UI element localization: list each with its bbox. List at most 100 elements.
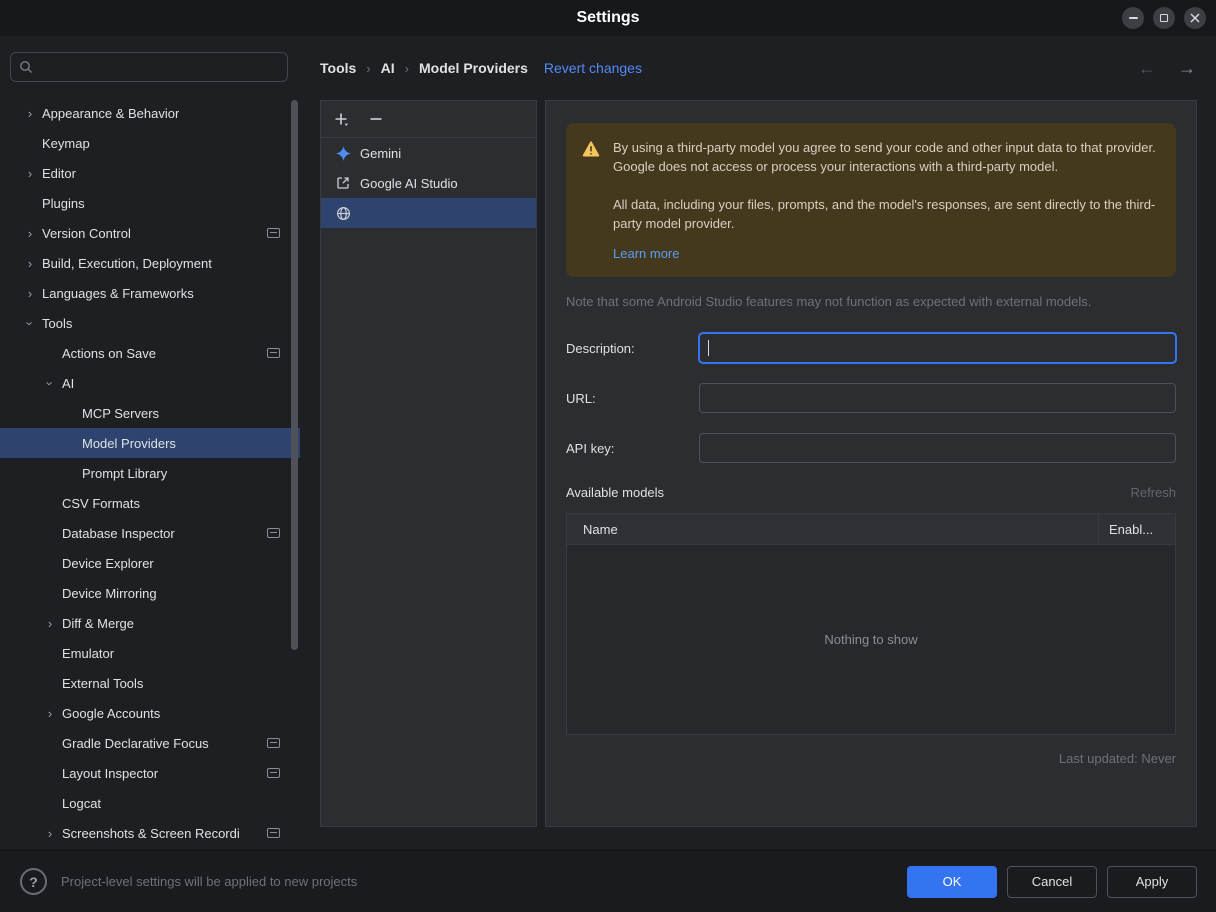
sidebar-item-device-explorer[interactable]: Device Explorer [0,548,300,578]
question-icon: ? [29,874,38,890]
chevron-right-icon[interactable]: › [38,826,62,841]
sidebar-item-label: Google Accounts [62,706,160,721]
minimize-icon [1129,17,1138,19]
available-models-label: Available models [566,485,664,500]
back-arrow-icon[interactable]: ← [1138,58,1156,79]
sidebar-item-label: Model Providers [82,436,176,451]
settings-tree: ›Appearance & BehaviorKeymap›EditorPlugi… [0,98,300,848]
chevron-right-icon[interactable]: › [38,706,62,721]
learn-more-link[interactable]: Learn more [613,246,679,261]
breadcrumb-ai[interactable]: AI [381,60,395,76]
close-icon [1190,13,1200,23]
help-button[interactable]: ? [20,868,47,895]
forward-arrow-icon[interactable]: → [1178,58,1196,79]
chevron-right-icon[interactable]: › [18,286,42,301]
sidebar-item-mcp-servers[interactable]: MCP Servers [0,398,300,428]
sidebar-item-actions-on-save[interactable]: Actions on Save [0,338,300,368]
provider-item-label: Google AI Studio [360,176,458,191]
api-key-label: API key: [566,441,699,456]
provider-item-google-ai-studio[interactable]: Google AI Studio [321,168,536,198]
search-icon [19,60,33,74]
breadcrumb-model-providers[interactable]: Model Providers [419,60,528,76]
close-button[interactable] [1184,7,1206,29]
api-key-input[interactable] [699,433,1176,463]
sidebar-item-logcat[interactable]: Logcat [0,788,300,818]
column-header-enabled[interactable]: Enabl... [1099,514,1175,544]
sidebar-scrollbar[interactable] [291,100,298,650]
sidebar-item-google-accounts[interactable]: ›Google Accounts [0,698,300,728]
sidebar-item-appearance-behavior[interactable]: ›Appearance & Behavior [0,98,300,128]
sidebar-item-prompt-library[interactable]: Prompt Library [0,458,300,488]
titlebar: Settings [0,0,1216,36]
provider-item-gemini[interactable]: Gemini [321,138,536,168]
chevron-right-icon[interactable]: › [18,226,42,241]
provider-list: Gemini Google AI Studio [321,138,536,228]
sidebar-item-layout-inspector[interactable]: Layout Inspector [0,758,300,788]
chevron-right-icon[interactable]: › [18,166,42,181]
chevron-right-icon[interactable]: › [38,616,62,631]
breadcrumb: Tools › AI › Model Providers Revert chan… [300,36,1216,100]
sidebar-item-tools[interactable]: ›Tools [0,308,300,338]
apply-button[interactable]: Apply [1107,866,1197,898]
sidebar-item-label: Actions on Save [62,346,156,361]
sidebar-item-version-control[interactable]: ›Version Control [0,218,300,248]
refresh-button[interactable]: Refresh [1130,485,1176,500]
sidebar-item-gradle-declarative-focus[interactable]: Gradle Declarative Focus [0,728,300,758]
breadcrumb-tools[interactable]: Tools [320,60,356,76]
revert-changes-link[interactable]: Revert changes [544,60,642,76]
sidebar-item-model-providers[interactable]: Model Providers [0,428,300,458]
sidebar-item-label: Appearance & Behavior [42,106,179,121]
sidebar-item-keymap[interactable]: Keymap [0,128,300,158]
plus-icon [334,112,349,127]
cancel-button[interactable]: Cancel [1007,866,1097,898]
sidebar-item-label: Gradle Declarative Focus [62,736,209,751]
breadcrumb-separator-icon: › [405,61,409,76]
sidebar-item-build-execution-deployment[interactable]: ›Build, Execution, Deployment [0,248,300,278]
breadcrumb-separator-icon: › [366,61,370,76]
window-controls [1122,7,1206,29]
minimize-button[interactable] [1122,7,1144,29]
settings-sidebar: ›Appearance & BehaviorKeymap›EditorPlugi… [0,36,300,850]
sidebar-item-label: Version Control [42,226,131,241]
chevron-right-icon[interactable]: › [18,106,42,121]
ai-studio-icon [335,175,351,191]
sidebar-item-emulator[interactable]: Emulator [0,638,300,668]
sidebar-item-label: Languages & Frameworks [42,286,194,301]
sidebar-item-external-tools[interactable]: External Tools [0,668,300,698]
url-input[interactable] [699,383,1176,413]
chevron-right-icon[interactable]: › [18,256,42,271]
ok-button[interactable]: OK [907,866,997,898]
sidebar-item-screenshots-screen-recordi[interactable]: ›Screenshots & Screen Recordi [0,818,300,848]
project-level-icon [267,828,280,838]
chevron-down-icon[interactable]: › [23,311,38,335]
sidebar-item-label: AI [62,376,74,391]
sidebar-item-device-mirroring[interactable]: Device Mirroring [0,578,300,608]
sidebar-item-label: MCP Servers [82,406,159,421]
sidebar-item-editor[interactable]: ›Editor [0,158,300,188]
maximize-button[interactable] [1153,7,1175,29]
settings-search-input[interactable] [10,52,288,82]
sidebar-item-label: CSV Formats [62,496,140,511]
project-level-icon [267,348,280,358]
sidebar-item-plugins[interactable]: Plugins [0,188,300,218]
minus-icon [369,112,383,126]
sidebar-item-diff-merge[interactable]: ›Diff & Merge [0,608,300,638]
sidebar-item-languages-frameworks[interactable]: ›Languages & Frameworks [0,278,300,308]
warning-text: By using a third-party model you agree t… [613,138,1160,261]
provider-toolbar [321,101,536,138]
column-header-name[interactable]: Name [567,514,1099,544]
description-input[interactable] [699,333,1176,363]
add-provider-button[interactable] [334,112,349,127]
remove-provider-button[interactable] [369,112,383,126]
provider-item-label: Gemini [360,146,401,161]
last-updated-label: Last updated: Never [566,751,1176,766]
sidebar-item-csv-formats[interactable]: CSV Formats [0,488,300,518]
sidebar-item-label: Layout Inspector [62,766,158,781]
models-table: Name Enabl... Nothing to show [566,513,1176,735]
chevron-down-icon[interactable]: › [43,371,58,395]
project-level-hint: Project-level settings will be applied t… [61,874,897,889]
provider-item-new[interactable] [321,198,536,228]
sidebar-item-database-inspector[interactable]: Database Inspector [0,518,300,548]
sidebar-item-ai[interactable]: › AI [0,368,300,398]
url-label: URL: [566,391,699,406]
